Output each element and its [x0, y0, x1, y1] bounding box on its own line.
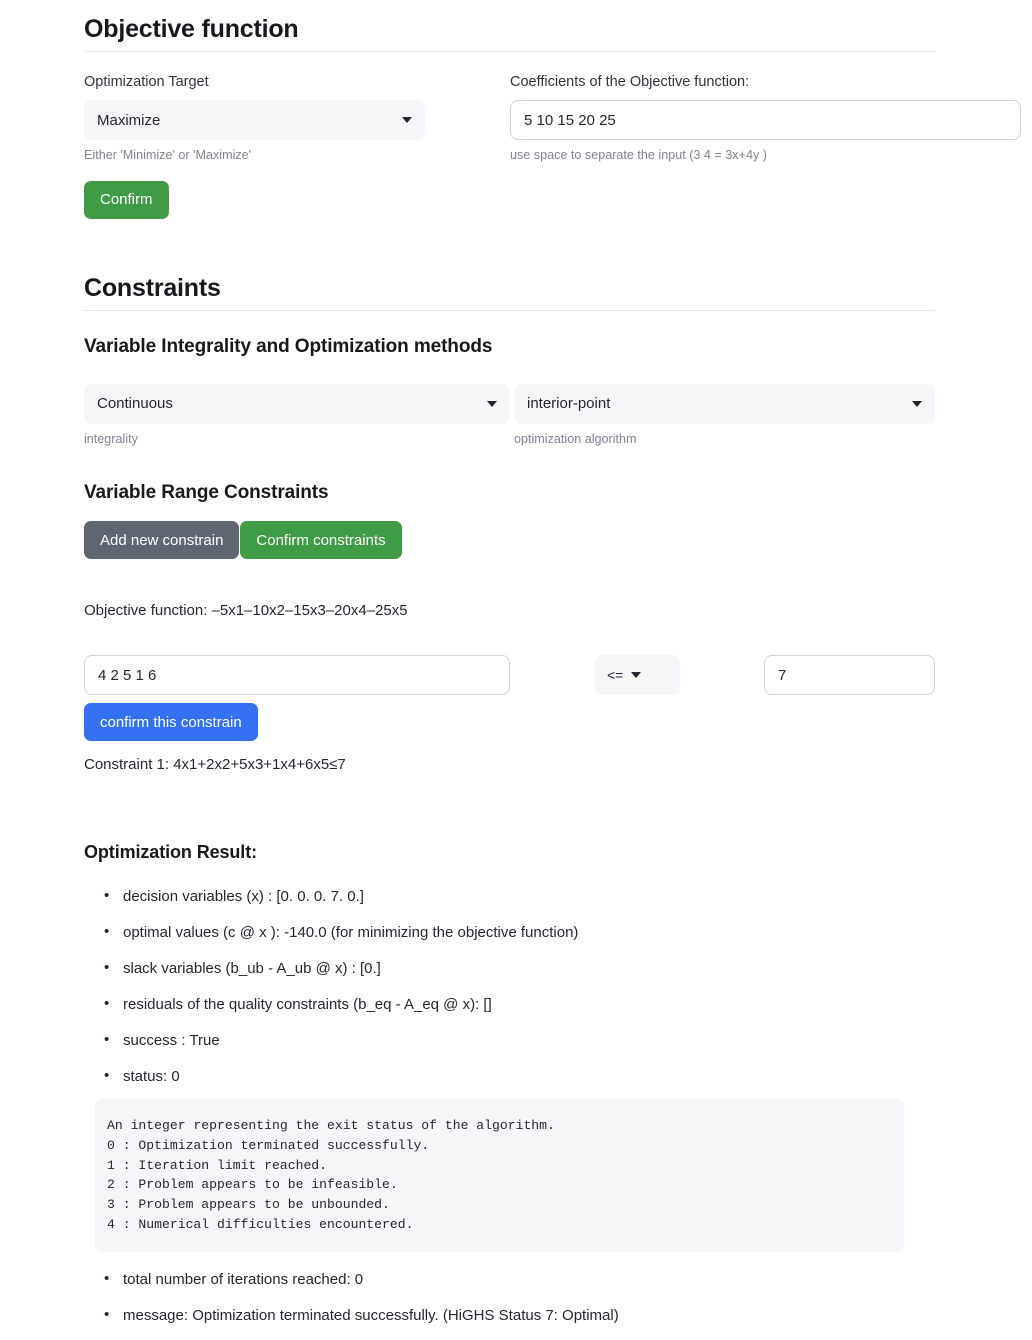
list-item: success : True: [104, 1028, 935, 1053]
list-item: decision variables (x) : [0. 0. 0. 7. 0.…: [104, 884, 935, 909]
constraints-heading: Constraints: [84, 273, 221, 302]
app-page: Objective function Optimization Target M…: [0, 0, 1032, 1328]
coefficients-group: Coefficients of the Objective function: …: [510, 72, 1021, 165]
optimization-target-label: Optimization Target: [84, 74, 209, 91]
constraint-expression-input[interactable]: [84, 655, 510, 696]
chevron-down-icon: [631, 672, 642, 679]
algorithm-select[interactable]: interior-point: [514, 383, 935, 424]
algorithm-value: interior-point: [527, 396, 611, 412]
integrality-hint: integrality: [84, 431, 138, 446]
constraint-summary-text: Constraint 1: 4x1+2x2+5x3+1x4+6x5≤7: [84, 756, 346, 774]
integrality-group: Continuous integrality: [84, 383, 510, 449]
list-item: message: Optimization terminated success…: [104, 1303, 935, 1328]
constraint-operator-select[interactable]: <=: [595, 655, 680, 696]
constraint-operator-value: <=: [607, 667, 624, 684]
list-item: slack variables (b_ub - A_ub @ x) : [0.]: [104, 956, 935, 981]
constraint-rhs-group: [764, 655, 935, 696]
integrality-value: Continuous: [97, 396, 173, 412]
coefficients-hint: use space to separate the input (3 4 = 3…: [510, 148, 767, 162]
status-code-block: An integer representing the exit status …: [95, 1098, 904, 1253]
chevron-down-icon: [487, 400, 497, 407]
confirm-objective-button[interactable]: Confirm: [84, 180, 169, 219]
optimization-target-hint: Either 'Minimize' or 'Maximize': [84, 148, 252, 162]
list-item: status: 0: [104, 1064, 935, 1089]
list-item: total number of iterations reached: 0: [104, 1267, 935, 1292]
optimization-target-select[interactable]: Maximize: [84, 100, 425, 140]
optimization-result-list: decision variables (x) : [0. 0. 0. 7. 0.…: [84, 884, 935, 1089]
list-item: residuals of the quality constraints (b_…: [104, 992, 935, 1017]
constraint-expression-group: [84, 655, 510, 696]
constraint-buttons-row: Add new constrain Confirm constraints: [84, 521, 935, 560]
algorithm-hint: optimization algorithm: [514, 431, 637, 446]
coefficients-input[interactable]: [510, 100, 1021, 140]
list-item: optimal values (c @ x ): -140.0 (for min…: [104, 920, 935, 945]
variable-range-constraints-heading: Variable Range Constraints: [84, 481, 329, 503]
constraint-input-row: <=: [84, 655, 935, 696]
confirm-constraints-button[interactable]: Confirm constraints: [240, 521, 402, 560]
integrality-select[interactable]: Continuous: [84, 383, 510, 424]
optimization-target-value: Maximize: [97, 112, 161, 128]
add-new-constrain-button[interactable]: Add new constrain: [84, 521, 240, 560]
constraint-operator-group: <=: [595, 655, 680, 696]
chevron-down-icon: [402, 117, 412, 123]
methods-row: Continuous integrality interior-point op…: [84, 383, 935, 449]
objective-function-display: Objective function: –5x1–10x2–15x3–20x4–…: [84, 602, 408, 620]
confirm-this-constrain-button[interactable]: confirm this constrain: [84, 703, 258, 742]
methods-heading: Variable Integrality and Optimization me…: [84, 336, 493, 358]
optimization-result-list-after: total number of iterations reached: 0 me…: [84, 1267, 935, 1328]
optimization-target-group: Optimization Target Maximize Either 'Min…: [84, 72, 425, 165]
constraint-rhs-input[interactable]: [764, 655, 935, 696]
algorithm-group: interior-point optimization algorithm: [514, 383, 935, 449]
objective-function-heading: Objective function: [84, 15, 299, 43]
content-container: Objective function Optimization Target M…: [84, 0, 1021, 1328]
coefficients-label: Coefficients of the Objective function:: [510, 74, 750, 91]
chevron-down-icon: [912, 400, 922, 407]
objective-fields-row: Optimization Target Maximize Either 'Min…: [84, 72, 1021, 165]
optimization-result-heading: Optimization Result:: [84, 842, 257, 863]
